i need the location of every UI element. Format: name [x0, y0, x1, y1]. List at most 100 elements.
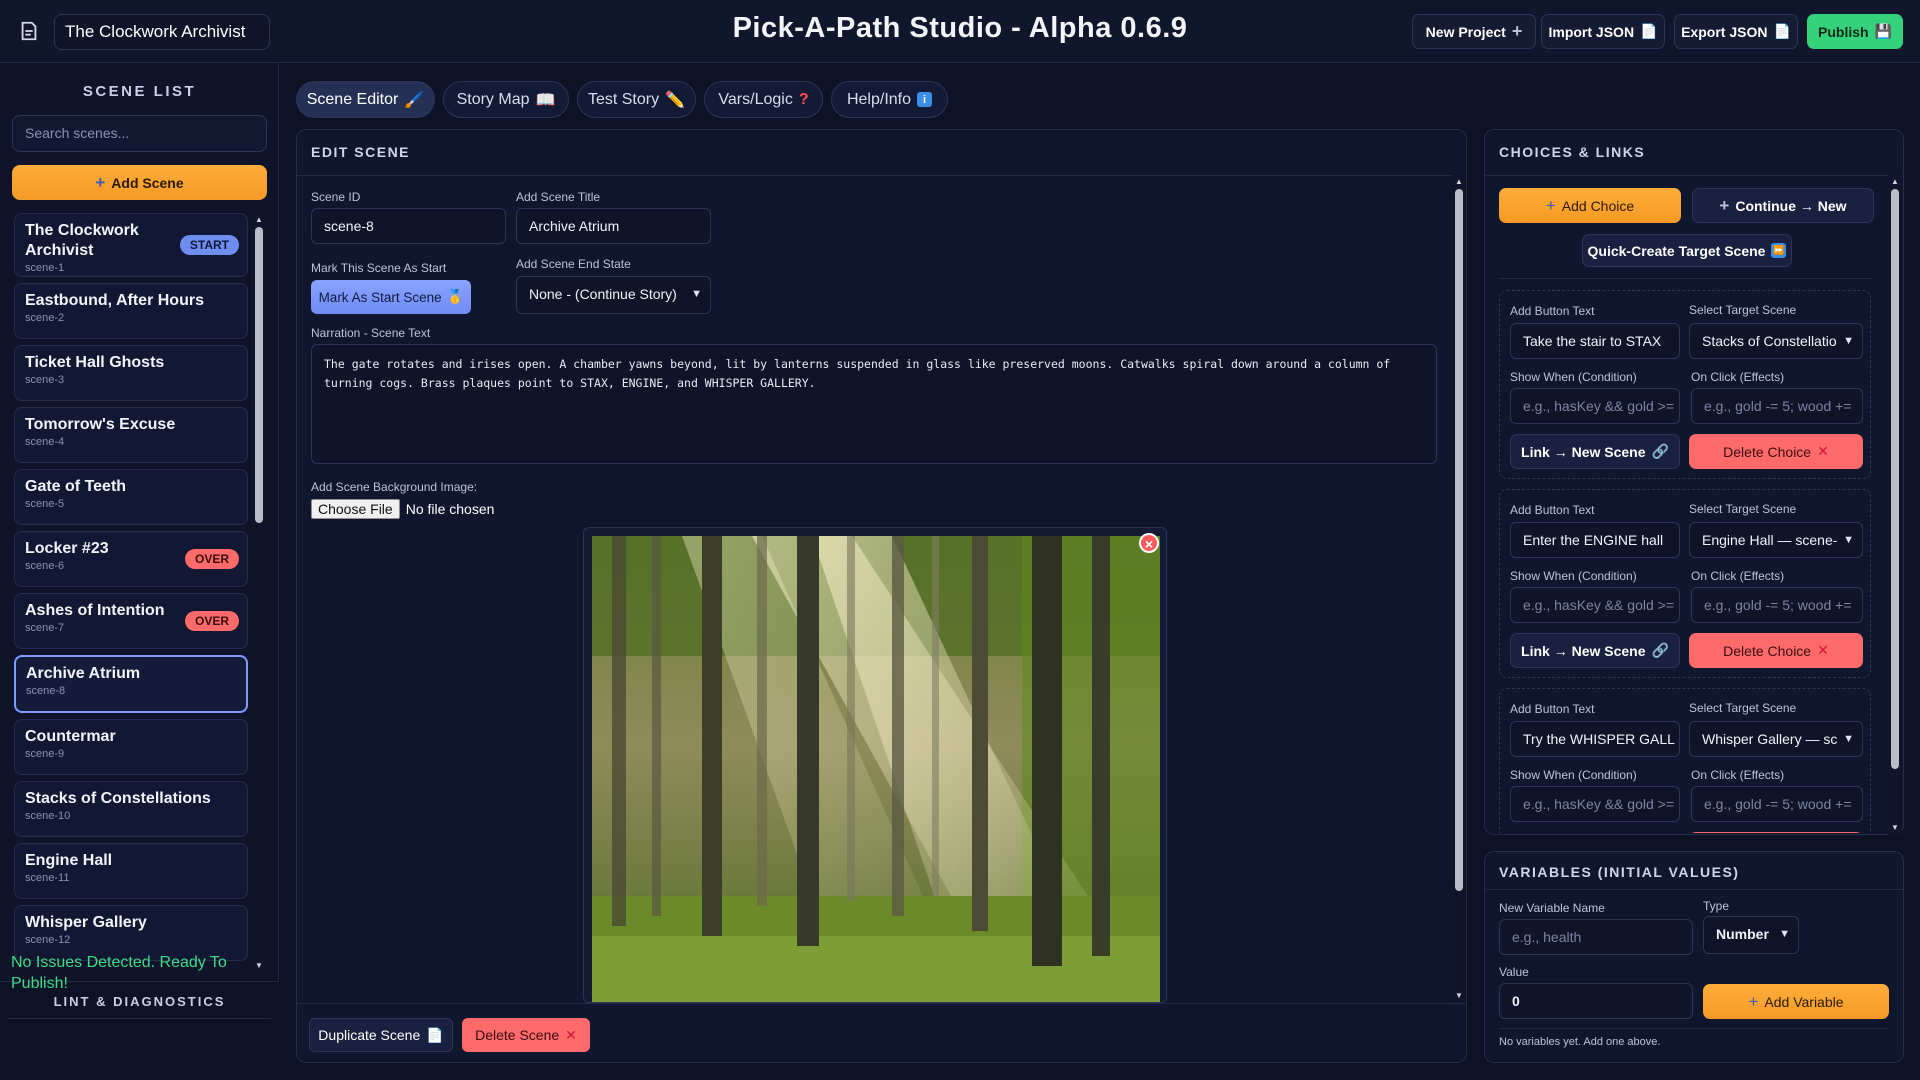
remove-image-button[interactable]: × [1139, 533, 1159, 553]
choice-text-input[interactable]: Enter the ENGINE hall [1510, 522, 1680, 558]
background-file-input[interactable]: Choose File No file chosen [311, 499, 494, 519]
scene-name: The Clockwork Archivist [25, 222, 139, 259]
scroll-down-icon[interactable]: ▼ [1890, 823, 1900, 833]
scene-list-item[interactable]: Tomorrow's Excuse scene-4 [14, 407, 248, 463]
quick-create-button[interactable]: Quick-Create Target Scene ⏩ [1582, 234, 1792, 267]
document-icon[interactable] [18, 20, 40, 42]
condition-input[interactable]: e.g., hasKey && gold >= [1510, 786, 1680, 822]
chevron-down-icon: ▼ [1779, 928, 1790, 940]
choices-scrollbar[interactable]: ▲ ▼ [1888, 175, 1902, 835]
condition-input[interactable]: e.g., hasKey && gold >= [1510, 388, 1680, 424]
link-new-label: Link → New Scene [1521, 443, 1646, 460]
scroll-up-icon[interactable]: ▲ [254, 215, 264, 225]
tab-label: Story Map [456, 90, 530, 108]
link-new-scene-button[interactable]: Link → New Scene 🔗 [1510, 434, 1680, 469]
scene-list-item[interactable]: Eastbound, After Hours scene-2 [14, 283, 248, 339]
scrollbar-thumb[interactable] [1455, 189, 1463, 891]
delete-scene-button[interactable]: Delete Scene ✕ [462, 1018, 590, 1052]
close-icon: ✕ [1817, 642, 1829, 658]
effects-input[interactable]: e.g., gold -= 5; wood += [1691, 587, 1863, 623]
continue-new-button[interactable]: + Continue → New [1692, 188, 1874, 223]
mark-as-start-button[interactable]: Mark As Start Scene 🥇 [311, 280, 471, 314]
variable-type-select[interactable]: Number ▼ [1703, 916, 1799, 954]
variable-value-input[interactable]: 0 [1499, 983, 1693, 1019]
choose-file-button[interactable]: Choose File [311, 499, 400, 519]
background-image-preview [583, 527, 1167, 1003]
end-state-select[interactable]: None - (Continue Story) ▼ [516, 276, 711, 314]
add-scene-button[interactable]: + Add Scene [12, 165, 267, 200]
scene-id-input[interactable]: scene-8 [311, 208, 506, 244]
choice-text-input[interactable]: Try the WHISPER GALL [1510, 721, 1680, 757]
tab-test-story[interactable]: Test Story ✏️ [577, 81, 696, 118]
scene-list-item[interactable]: Gate of Teeth scene-5 [14, 469, 248, 525]
tab-vars-logic[interactable]: Vars/Logic ? [704, 81, 823, 118]
app-header: The Clockwork Archivist Pick-A-Path Stud… [0, 0, 1920, 63]
no-variables-message: No variables yet. Add one above. [1499, 1036, 1661, 1048]
save-icon: 💾 [1874, 23, 1892, 39]
scene-list-item[interactable]: The Clockwork Archivist scene-1 START [14, 213, 248, 277]
scene-name: Engine Hall [25, 852, 113, 869]
new-project-button[interactable]: New Project + [1412, 14, 1536, 49]
variable-name-input[interactable]: e.g., health [1499, 919, 1693, 955]
project-name-input[interactable]: The Clockwork Archivist [54, 14, 270, 50]
import-json-button[interactable]: Import JSON 📄 [1541, 14, 1665, 49]
start-badge: START [179, 235, 239, 255]
background-image-label: Add Scene Background Image: [311, 480, 478, 494]
duplicate-scene-button[interactable]: Duplicate Scene 📄 [309, 1018, 453, 1052]
scene-list-item-selected[interactable]: Archive Atrium scene-8 [14, 655, 248, 713]
link-new-scene-button[interactable]: Link → New Scene 🔗 [1510, 633, 1680, 668]
delete-choice-button[interactable] [1689, 832, 1863, 833]
tab-help-info[interactable]: Help/Info i [831, 81, 948, 118]
scrollbar-thumb[interactable] [255, 227, 263, 523]
mark-as-start-label: Mark As Start Scene [318, 289, 442, 305]
export-json-button[interactable]: Export JSON 📄 [1674, 14, 1798, 49]
scene-list-item[interactable]: Ticket Hall Ghosts scene-3 [14, 345, 248, 401]
scene-id-label: Scene ID [311, 190, 361, 204]
effects-input[interactable]: e.g., gold -= 5; wood += [1691, 786, 1863, 822]
link-icon: 🔗 [1651, 443, 1669, 459]
delete-label: Delete Scene [475, 1027, 560, 1043]
scene-sidebar: SCENE LIST Search scenes... + Add Scene … [0, 63, 279, 1019]
scene-list-item[interactable]: Ashes of Intention scene-7 OVER [14, 593, 248, 649]
delete-choice-button[interactable]: Delete Choice ✕ [1689, 434, 1863, 469]
tab-story-map[interactable]: Story Map 📖 [443, 81, 569, 118]
target-scene-select[interactable]: Engine Hall — scene- ▼ [1689, 522, 1863, 558]
target-scene-select[interactable]: Stacks of Constellatio ▼ [1689, 323, 1863, 359]
target-scene-select[interactable]: Whisper Gallery — sc ▼ [1689, 721, 1863, 757]
scrollbar-thumb[interactable] [1891, 189, 1899, 769]
tab-scene-editor[interactable]: Scene Editor 🖌️ [296, 81, 435, 118]
file-icon: 📄 [1640, 23, 1658, 39]
narration-textarea[interactable]: The gate rotates and irises open. A cham… [311, 344, 1437, 464]
continue-new-label: Continue → New [1735, 197, 1847, 214]
scene-name: Ticket Hall Ghosts [25, 354, 165, 371]
file-status: No file chosen [405, 501, 495, 517]
scene-list-item[interactable]: Locker #23 scene-6 OVER [14, 531, 248, 587]
variable-name-label: New Variable Name [1499, 901, 1605, 915]
tab-label: Vars/Logic [718, 90, 793, 108]
add-choice-button[interactable]: + Add Choice [1499, 188, 1681, 223]
chevron-down-icon: ▼ [1843, 534, 1854, 546]
scene-search-input[interactable]: Search scenes... [12, 115, 267, 152]
choice-text-input[interactable]: Take the stair to STAX [1510, 323, 1680, 359]
variables-title: VARIABLES (INITIAL VALUES) [1499, 864, 1740, 880]
scene-list-item[interactable]: Stacks of Constellations scene-10 [14, 781, 248, 837]
scroll-down-icon[interactable]: ▼ [1454, 991, 1464, 1001]
scroll-up-icon[interactable]: ▲ [1890, 177, 1900, 187]
scene-title-input[interactable]: Archive Atrium [516, 208, 711, 244]
add-variable-button[interactable]: + Add Variable [1703, 984, 1889, 1019]
condition-input[interactable]: e.g., hasKey && gold >= [1510, 587, 1680, 623]
choice-card-clip: Add Button Text Select Target Scene Try … [1499, 688, 1871, 833]
variable-type-label: Type [1703, 899, 1730, 913]
publish-button[interactable]: Publish 💾 [1807, 14, 1903, 49]
variable-value-label: Value [1499, 965, 1529, 979]
effects-input[interactable]: e.g., gold -= 5; wood += [1691, 388, 1863, 424]
scene-name: Countermar [25, 728, 116, 745]
scene-list-item[interactable]: Engine Hall scene-11 [14, 843, 248, 899]
scroll-up-icon[interactable]: ▲ [1454, 177, 1464, 187]
scene-list-item[interactable]: Countermar scene-9 [14, 719, 248, 775]
edit-panel-scrollbar[interactable]: ▲ ▼ [1452, 175, 1466, 1003]
delete-choice-button[interactable]: Delete Choice ✕ [1689, 633, 1863, 668]
plus-icon: + [1719, 195, 1730, 215]
scene-list-scrollbar[interactable]: ▲ ▼ [252, 213, 266, 973]
scene-name: Tomorrow's Excuse [25, 416, 176, 433]
